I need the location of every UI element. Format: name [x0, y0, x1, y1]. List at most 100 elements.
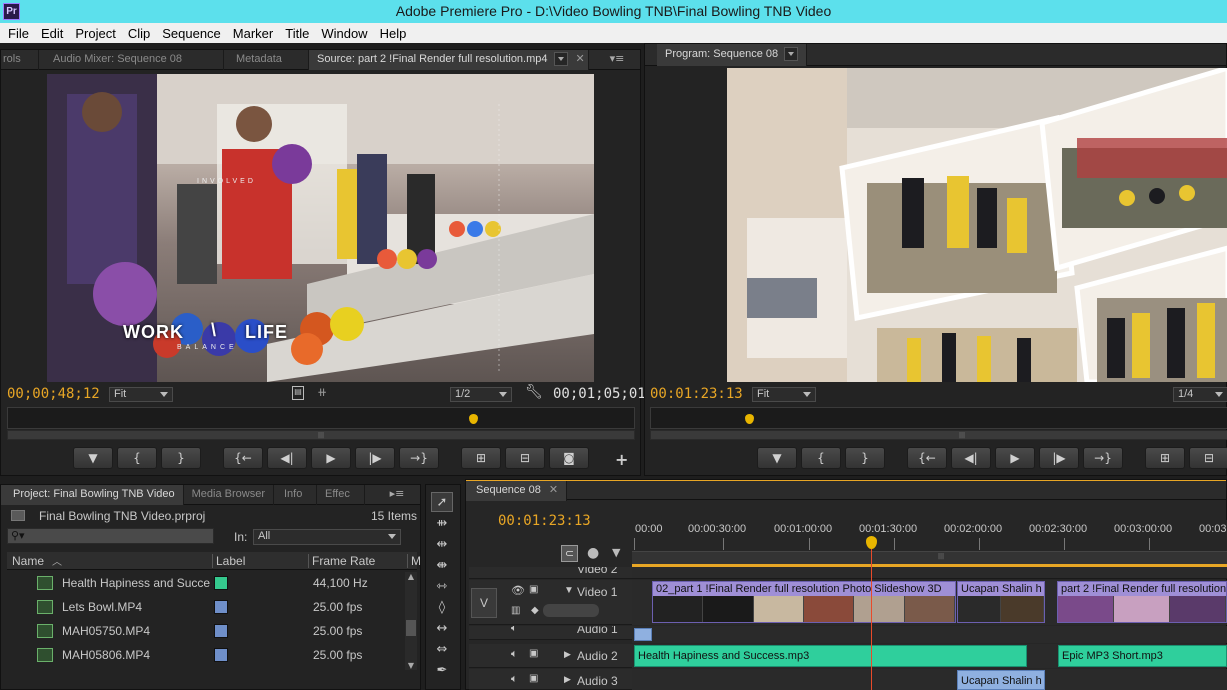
expand-triangle-icon[interactable]: ▶ — [564, 674, 571, 685]
close-icon[interactable]: ✕ — [549, 484, 558, 496]
program-current-timecode[interactable]: 00:01:23:13 — [650, 386, 743, 402]
lift-button[interactable]: ⊞ — [1145, 447, 1185, 469]
go-to-in-button[interactable]: {← — [223, 447, 263, 469]
speaker-icon[interactable]: 🔈︎ — [511, 648, 518, 661]
rolling-edit-tool-icon[interactable]: ⇼ — [431, 556, 453, 576]
audio-clip-health[interactable]: Health Hapiness and Success.mp3 — [634, 645, 1027, 667]
extract-button[interactable]: ⊟ — [1189, 447, 1227, 469]
project-item-row[interactable]: Health Hapiness and Succe 44,100 Hz — [7, 571, 407, 595]
slide-tool-icon[interactable]: ⇔ — [431, 640, 453, 660]
menu-edit[interactable]: Edit — [35, 26, 69, 41]
add-button[interactable]: + — [615, 450, 628, 469]
play-button[interactable]: ▶ — [995, 447, 1035, 469]
program-zoom-scrollbar[interactable]: ||| — [650, 430, 1227, 440]
project-item-row[interactable]: Lets Bowl.MP4 25.00 fps — [7, 595, 407, 619]
video-clip-ucapan[interactable]: Ucapan Shalin h — [957, 581, 1045, 623]
track-lane-audio-1[interactable] — [632, 626, 1227, 643]
source-current-timecode[interactable]: 00;00;48;12 — [7, 386, 100, 402]
mark-in-button[interactable]: { — [117, 447, 157, 469]
expand-triangle-icon[interactable]: ▶ — [564, 649, 571, 660]
menu-title[interactable]: Title — [279, 26, 315, 41]
column-label[interactable]: Label — [212, 554, 245, 568]
step-back-button[interactable]: ◀| — [267, 447, 307, 469]
menu-project[interactable]: Project — [69, 26, 121, 41]
overwrite-button[interactable]: ⊟ — [505, 447, 545, 469]
add-marker-button[interactable]: ▼ — [73, 447, 113, 469]
menu-window[interactable]: Window — [315, 26, 373, 41]
mark-in-button[interactable]: { — [801, 447, 841, 469]
project-scrollbar[interactable]: ▲ ▼ — [405, 572, 417, 670]
pen-tool-icon[interactable]: ✒ — [431, 661, 453, 681]
menu-marker[interactable]: Marker — [227, 26, 279, 41]
program-resolution-dropdown[interactable]: 1/4 — [1173, 387, 1227, 402]
panel-menu-icon[interactable]: ▸≡ — [388, 487, 406, 501]
program-time-ruler[interactable] — [650, 407, 1227, 429]
tab-media-browser[interactable]: Media Browser — [184, 485, 274, 505]
label-swatch[interactable] — [214, 600, 228, 614]
drag-audio-icon[interactable]: ⧺ — [317, 385, 327, 399]
tab-audio-mixer[interactable]: Audio Mixer: Sequence 08 — [39, 50, 224, 70]
menu-sequence[interactable]: Sequence — [156, 26, 227, 41]
audio-1-clip-stub[interactable] — [634, 628, 652, 641]
column-frame-rate[interactable]: Frame Rate — [308, 554, 375, 568]
eye-icon[interactable]: 👁︎ — [511, 584, 525, 597]
column-media[interactable]: M — [407, 554, 421, 568]
scroll-thumb[interactable] — [406, 620, 416, 636]
tab-effects[interactable]: Effec — [317, 485, 365, 505]
timeline-timecode[interactable]: 00:01:23:13 — [498, 513, 591, 529]
play-button[interactable]: ▶ — [311, 447, 351, 469]
audio-clip-ucapan[interactable]: Ucapan Shalin h — [957, 670, 1045, 690]
source-playhead[interactable] — [468, 414, 478, 424]
collapse-triangle-icon[interactable]: ▼ — [564, 585, 574, 596]
tab-sequence[interactable]: Sequence 08 ✕ — [466, 481, 568, 501]
track-select-tool-icon[interactable]: ⇻ — [431, 514, 453, 534]
menu-help[interactable]: Help — [374, 26, 413, 41]
tab-source[interactable]: Source: part 2 !Final Render full resolu… — [309, 50, 589, 70]
track-lane-audio-3[interactable] — [632, 669, 1227, 690]
razor-tool-icon[interactable]: ◊ — [431, 598, 453, 618]
mark-out-button[interactable]: } — [845, 447, 885, 469]
export-frame-button[interactable]: ◙ — [549, 447, 589, 469]
source-time-ruler[interactable] — [7, 407, 635, 429]
keyframe-nav[interactable] — [543, 604, 599, 617]
film-strip-icon[interactable]: ▤ — [292, 386, 304, 400]
timeline-ruler[interactable]: 00:00 00:00:30:00 00:01:00:00 00:01:30:00 00… — [632, 520, 1227, 552]
lock-icon[interactable]: ▣ — [529, 584, 538, 595]
column-name[interactable]: Name — [12, 554, 44, 568]
settings-wrench-icon[interactable]: 🔧︎ — [525, 384, 543, 400]
selection-tool-icon[interactable]: ➚ — [431, 492, 453, 512]
program-playhead[interactable] — [745, 414, 755, 424]
speaker-icon[interactable]: 🔈︎ — [511, 673, 518, 686]
scroll-up-icon[interactable]: ▲ — [405, 572, 417, 581]
menu-clip[interactable]: Clip — [122, 26, 156, 41]
tab-project[interactable]: Project: Final Bowling TNB Video — [1, 485, 184, 505]
go-to-out-button[interactable]: →} — [1083, 447, 1123, 469]
tab-program-dropdown[interactable] — [784, 47, 799, 62]
scrollbar-grip[interactable]: ||| — [318, 432, 324, 439]
project-item-row[interactable]: MAH05806.MP4 25.00 fps — [7, 643, 407, 667]
program-zoom-dropdown[interactable]: Fit — [752, 387, 816, 402]
mark-out-button[interactable]: } — [161, 447, 201, 469]
video-clip-part2[interactable]: part 2 !Final Render full resolution — [1057, 581, 1227, 623]
close-icon[interactable]: ✕ — [576, 53, 585, 65]
step-forward-button[interactable]: |▶ — [1039, 447, 1079, 469]
rate-stretch-tool-icon[interactable]: ⇿ — [431, 577, 453, 597]
source-zoom-dropdown[interactable]: Fit — [109, 387, 173, 402]
video-clip-part1[interactable]: 02_part 1 !Final Render full resolution … — [652, 581, 956, 623]
timeline-work-area-bar[interactable]: ||| — [632, 552, 1227, 567]
tab-metadata[interactable]: Metadata — [224, 50, 309, 70]
panel-menu-icon[interactable]: ▾≡ — [608, 52, 626, 66]
scrollbar-grip[interactable]: ||| — [959, 432, 965, 439]
search-input[interactable]: ⚲▾ — [7, 528, 214, 544]
tab-source-dropdown[interactable] — [553, 52, 568, 67]
tab-program[interactable]: Program: Sequence 08 — [657, 44, 808, 66]
go-to-in-button[interactable]: {← — [907, 447, 947, 469]
label-swatch[interactable] — [214, 624, 228, 638]
in-filter-dropdown[interactable]: All — [253, 529, 401, 545]
lock-icon[interactable]: ▣ — [529, 673, 538, 684]
audio-clip-epic[interactable]: Epic MP3 Short.mp3 — [1058, 645, 1227, 667]
snap-icon[interactable]: ⊂ — [561, 545, 578, 562]
keyframe-icon[interactable]: ◆ — [531, 605, 539, 616]
track-lane-video-2[interactable] — [632, 567, 1227, 579]
program-video-frame[interactable] — [727, 68, 1227, 382]
